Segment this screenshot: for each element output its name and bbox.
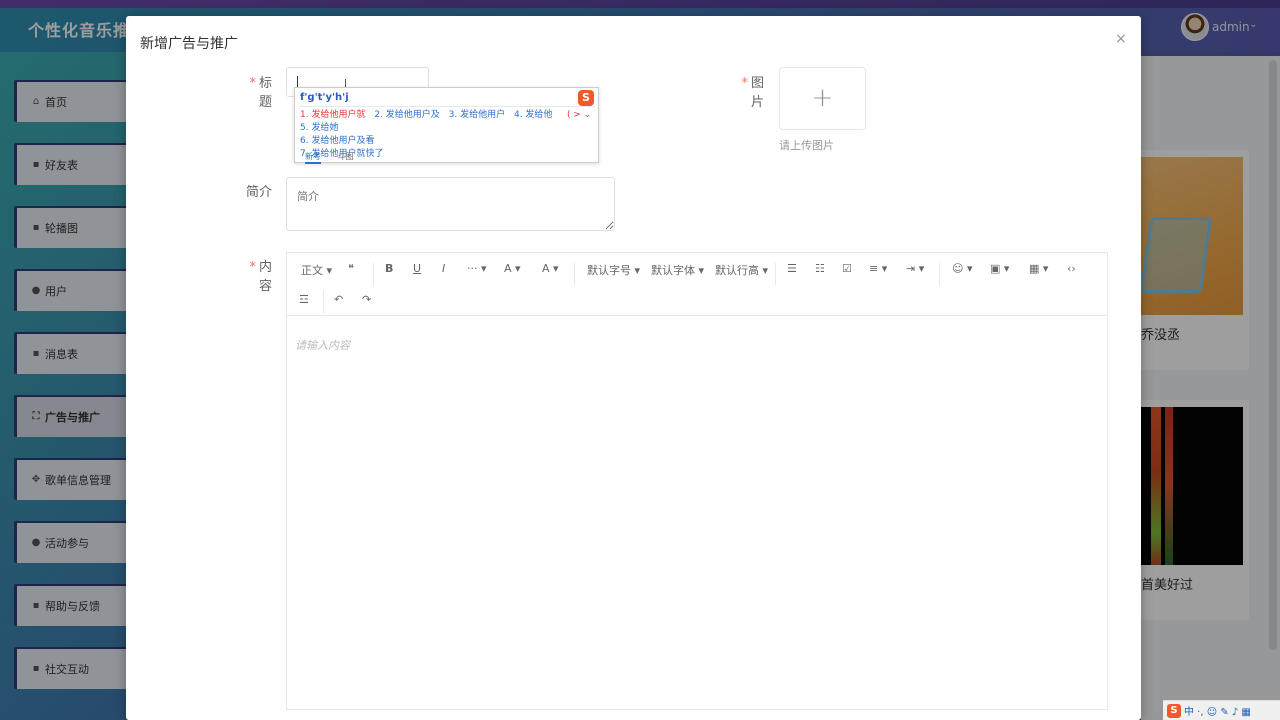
ime-page-arrows[interactable]: ( > ⌄ [567, 110, 591, 120]
table-icon[interactable]: ▦ ▾ [1029, 262, 1048, 275]
ime-divider [299, 106, 595, 107]
ime-tab[interactable]: 新考 [305, 152, 321, 164]
paragraph-dropdown[interactable]: 正文 ▾ [301, 262, 332, 278]
todo-icon[interactable]: ☑ [842, 262, 852, 275]
label-text: 标题 [258, 76, 272, 110]
required-mark: * [249, 260, 256, 275]
editor-toolbar: 正文 ▾ ❝ B U I ··· ▾ A ▾ A ▾ 默认字号 ▾ 默认字体 ▾… [287, 253, 1107, 316]
line-height-dropdown[interactable]: 默认行高 ▾ [715, 262, 768, 278]
ime-candidate[interactable]: 2. 发给他用户及 [374, 110, 439, 120]
divider-icon[interactable]: ☲ [299, 293, 309, 306]
toolbar-divider [939, 263, 940, 285]
ime-candidate[interactable]: 1. 发给他用户就 [300, 110, 365, 120]
add-ad-dialog: 新增广告与推广 × *标题 *图片 + 请上传图片 简介 *内容 正文 ▾ ❝ … [126, 16, 1141, 720]
toolbar-divider [373, 263, 374, 285]
ime-candidate[interactable]: 5. 发给她 [300, 123, 338, 133]
desc-textarea[interactable] [286, 177, 615, 231]
background-color-icon[interactable]: A ▾ [542, 262, 559, 275]
font-family-dropdown[interactable]: 默认字体 ▾ [651, 262, 704, 278]
bullet-list-icon[interactable]: ☰ [787, 262, 797, 275]
redo-icon[interactable]: ↷ [362, 293, 371, 306]
emoji-icon[interactable]: ☺ ▾ [952, 262, 973, 275]
image-icon[interactable]: ▣ ▾ [990, 262, 1009, 275]
ime-candidate[interactable]: 4. 发给他 [514, 110, 552, 120]
align-icon[interactable]: ≡ ▾ [869, 262, 887, 275]
underline-icon[interactable]: U [413, 262, 421, 275]
toolbar-divider [574, 263, 575, 285]
font-size-dropdown[interactable]: 默认字号 ▾ [587, 262, 640, 278]
label-text: 图片 [750, 76, 764, 110]
sogou-logo-icon[interactable]: S [1167, 703, 1181, 718]
required-mark: * [249, 76, 256, 91]
label-text: 内容 [258, 260, 272, 294]
sogou-logo-icon[interactable]: S [578, 90, 594, 106]
toolbar-divider [323, 291, 324, 313]
content-label: * 内容 [238, 256, 272, 294]
upload-hint: 请上传图片 [779, 139, 834, 152]
rich-text-editor: 正文 ▾ ❝ B U I ··· ▾ A ▾ A ▾ 默认字号 ▾ 默认字体 ▾… [286, 252, 1108, 710]
editor-placeholder[interactable]: 请输入内容 [295, 337, 350, 353]
required-mark: * [741, 76, 748, 91]
undo-icon[interactable]: ↶ [334, 293, 343, 306]
toolbar-divider [775, 263, 776, 285]
close-icon[interactable]: × [1115, 31, 1127, 47]
image-upload-button[interactable]: + [779, 67, 866, 130]
font-color-icon[interactable]: A ▾ [504, 262, 521, 275]
ime-candidate[interactable]: 6. 发给他用户及看 [300, 136, 374, 146]
italic-icon[interactable]: I [442, 262, 445, 275]
numbered-list-icon[interactable]: ☷ [815, 262, 825, 275]
indent-icon[interactable]: ⇥ ▾ [906, 262, 924, 275]
ime-tray-items[interactable]: 中 ·, ☺ ✎ ♪ ▦ [1184, 703, 1251, 718]
ime-candidate-window: f'g't'y'h'j S 1. 发给他用户就 2. 发给他用户及 3. 发给他… [294, 87, 599, 164]
ime-tab[interactable]: 斗图 [338, 152, 354, 161]
code-icon[interactable]: ‹› [1067, 262, 1076, 275]
dialog-title: 新增广告与推广 [140, 36, 238, 52]
bold-icon[interactable]: B [385, 262, 393, 275]
more-icon[interactable]: ··· ▾ [467, 262, 487, 275]
title-label: * 标题 [238, 72, 272, 110]
quote-icon[interactable]: ❝ [348, 262, 354, 275]
ime-tabs: 新考 斗图 [305, 151, 368, 164]
desc-label: 简介 [245, 185, 272, 200]
ime-tray: S 中 ·, ☺ ✎ ♪ ▦ [1163, 700, 1280, 720]
ime-pinyin: f'g't'y'h'j [300, 92, 349, 103]
image-label: * 图片 [730, 72, 764, 110]
ime-candidate[interactable]: 3. 发给他用户 [449, 110, 505, 120]
